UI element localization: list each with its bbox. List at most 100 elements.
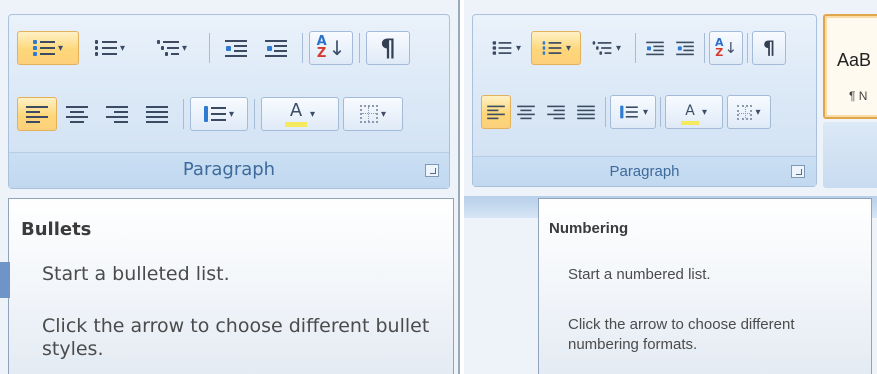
paragraph-row-lists: ▾ ▾ ▾ A Z ↓ ¶ — [481, 31, 786, 65]
chevron-down-icon[interactable]: ▾ — [566, 43, 571, 54]
group-title: Paragraph — [473, 156, 816, 186]
bullets-button[interactable]: ▾ — [481, 31, 531, 65]
chevron-down-icon[interactable]: ▾ — [229, 109, 234, 120]
increase-indent-icon — [676, 41, 694, 56]
increase-indent-button[interactable] — [670, 31, 700, 65]
separator — [747, 33, 748, 63]
decrease-indent-button[interactable] — [216, 31, 256, 65]
chevron-down-icon[interactable]: ▾ — [643, 107, 648, 118]
chevron-down-icon[interactable]: ▾ — [120, 43, 125, 54]
decrease-indent-icon — [225, 39, 247, 57]
tooltip-title: Bullets — [21, 219, 92, 240]
justify-button[interactable] — [571, 95, 601, 129]
paragraph-group: ▾ ▾ ▾ A Z ↓ ¶ ▾ A ▾ ▾ Paragraph — [472, 14, 817, 187]
separator — [209, 33, 210, 63]
quick-style-normal[interactable]: AaB ¶ N — [823, 14, 877, 119]
line-spacing-icon — [620, 105, 638, 119]
borders-icon — [359, 105, 378, 123]
chevron-down-icon[interactable]: ▾ — [516, 43, 521, 54]
multilevel-list-icon — [156, 39, 179, 57]
show-hide-marks-button[interactable]: ¶ — [366, 31, 410, 65]
paint-bucket-icon: A — [680, 100, 699, 125]
multilevel-list-icon — [592, 40, 612, 55]
align-left-button[interactable] — [17, 97, 57, 131]
line-spacing-button[interactable]: ▾ — [190, 97, 248, 131]
align-center-button[interactable] — [57, 97, 97, 131]
sort-az-icon: AZ — [316, 34, 327, 61]
dialog-launcher-icon[interactable] — [791, 165, 805, 178]
numbering-button[interactable]: ▾ — [79, 31, 141, 65]
chevron-down-icon[interactable]: ▾ — [702, 107, 707, 118]
group-title: Paragraph — [9, 152, 449, 188]
tooltip-description: Start a numbered list. — [568, 266, 711, 283]
shading-button[interactable]: A ▾ — [261, 97, 339, 131]
paragraph-row-lists: ▾ ▾ ▾ A Z ↓ ¶ — [17, 31, 410, 65]
left-screenshot-panel: ▾ ▾ ▾ A Z ↓ ¶ ▾ A ▾ ▾ Paragraph Bullets … — [0, 0, 460, 374]
align-right-icon — [106, 105, 128, 123]
dialog-launcher-icon[interactable] — [425, 164, 439, 177]
chevron-down-icon[interactable]: ▾ — [616, 43, 621, 54]
align-left-icon — [487, 105, 505, 120]
justify-icon — [577, 105, 595, 120]
separator — [254, 99, 255, 129]
align-center-button[interactable] — [511, 95, 541, 129]
numbering-tooltip: Numbering Start a numbered list. Click t… — [538, 198, 872, 374]
align-left-button[interactable] — [481, 95, 511, 129]
paragraph-group: ▾ ▾ ▾ A Z ↓ ¶ ▾ A ▾ ▾ Paragraph — [8, 14, 450, 189]
tooltip-title: Numbering — [549, 220, 629, 237]
align-right-button[interactable] — [541, 95, 571, 129]
chevron-down-icon[interactable]: ▾ — [381, 109, 386, 120]
pilcrow-icon: ¶ — [380, 34, 396, 62]
bullets-icon — [492, 40, 512, 55]
arrow-down-icon: ↓ — [328, 36, 346, 60]
bullets-icon — [32, 39, 55, 57]
increase-indent-icon — [265, 39, 287, 57]
tooltip-description: Start a bulleted list. — [42, 263, 230, 285]
style-mark-text: ¶ N — [849, 89, 868, 103]
align-right-icon — [547, 105, 565, 120]
paragraph-row-align: ▾ A ▾ ▾ — [17, 97, 403, 131]
chevron-down-icon[interactable]: ▾ — [755, 107, 760, 118]
shading-button[interactable]: A ▾ — [665, 95, 723, 129]
right-screenshot-panel: ▾ ▾ ▾ A Z ↓ ¶ ▾ A ▾ ▾ Paragraph AaB ¶ N … — [464, 0, 877, 374]
separator — [660, 97, 661, 127]
sort-az-icon: AZ — [714, 36, 724, 59]
justify-icon — [146, 105, 168, 123]
paragraph-row-align: ▾ A ▾ ▾ — [481, 95, 771, 129]
tooltip-hint: Click the arrow to choose different bull… — [42, 315, 430, 360]
borders-button[interactable]: ▾ — [343, 97, 403, 131]
chevron-down-icon[interactable]: ▾ — [182, 43, 187, 54]
sort-button[interactable]: AZ ↓ — [309, 31, 353, 65]
paint-bucket-icon: A — [284, 101, 307, 127]
align-center-icon — [66, 105, 88, 123]
decrease-indent-icon — [646, 41, 664, 56]
separator — [183, 99, 184, 129]
borders-button[interactable]: ▾ — [727, 95, 771, 129]
sort-button[interactable]: AZ ↓ — [709, 31, 743, 65]
align-left-icon — [26, 105, 48, 123]
decrease-indent-button[interactable] — [640, 31, 670, 65]
borders-icon — [737, 104, 753, 120]
separator — [302, 33, 303, 63]
bullets-button[interactable]: ▾ — [17, 31, 79, 65]
increase-indent-button[interactable] — [256, 31, 296, 65]
show-hide-marks-button[interactable]: ¶ — [752, 31, 786, 65]
document-edge — [0, 262, 10, 298]
multilevel-list-button[interactable]: ▾ — [581, 31, 631, 65]
align-right-button[interactable] — [97, 97, 137, 131]
separator — [704, 33, 705, 63]
numbering-icon — [542, 40, 562, 55]
chevron-down-icon[interactable]: ▾ — [58, 43, 63, 54]
numbering-icon — [94, 39, 117, 57]
line-spacing-icon — [203, 105, 226, 123]
separator — [605, 97, 606, 127]
chevron-down-icon[interactable]: ▾ — [310, 109, 315, 120]
pilcrow-icon: ¶ — [762, 37, 776, 59]
numbering-button[interactable]: ▾ — [531, 31, 581, 65]
multilevel-list-button[interactable]: ▾ — [141, 31, 203, 65]
separator — [359, 33, 360, 63]
bullets-tooltip: Bullets Start a bulleted list. Click the… — [8, 198, 454, 374]
line-spacing-button[interactable]: ▾ — [610, 95, 656, 129]
arrow-down-icon: ↓ — [724, 38, 738, 57]
justify-button[interactable] — [137, 97, 177, 131]
